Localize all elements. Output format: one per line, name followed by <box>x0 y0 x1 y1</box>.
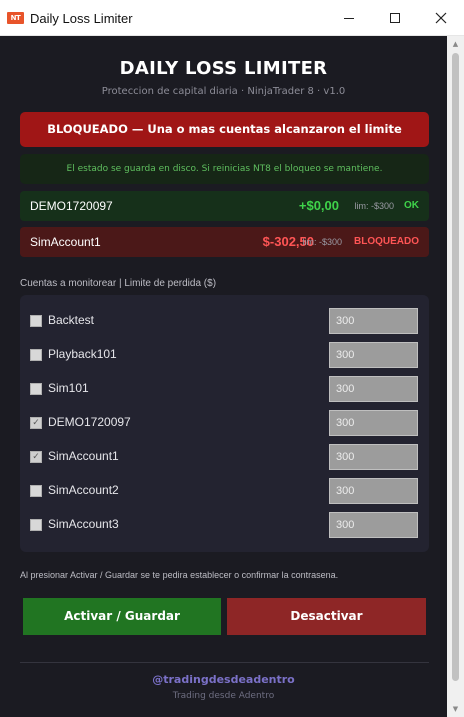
monitor-checkbox[interactable] <box>30 485 42 497</box>
monitor-account-label: SimAccount2 <box>48 483 119 497</box>
minimize-icon <box>344 17 354 19</box>
footer-tagline: Trading desde Adentro <box>172 691 275 701</box>
scroll-up-icon[interactable]: ▲ <box>447 38 464 50</box>
account-status-row: DEMO1720097 +$0,00 lim: -$300 OK <box>20 191 429 221</box>
account-status-badge: BLOQUEADO <box>354 236 419 247</box>
account-limit: lim: -$300 <box>354 201 394 211</box>
blocked-alert-banner: BLOQUEADO — Una o mas cuentas alcanzaron… <box>20 112 429 147</box>
monitor-account-label: DEMO1720097 <box>48 415 131 429</box>
monitor-checkbox[interactable] <box>30 383 42 395</box>
main-panel: DAILY LOSS LIMITER Proteccion de capital… <box>0 36 447 717</box>
monitor-section-label: Cuentas a monitorear | Limite de perdida… <box>20 278 217 289</box>
monitor-checkbox[interactable]: ✓ <box>30 417 42 429</box>
monitor-row-simaccount3: SimAccount3 <box>20 508 429 542</box>
password-hint: Al presionar Activar / Guardar se te ped… <box>20 570 339 580</box>
monitor-account-label: Backtest <box>48 313 95 327</box>
monitor-account-label: Sim101 <box>48 381 89 395</box>
loss-limit-input[interactable] <box>329 342 418 368</box>
social-handle: @tradingdesdeadentro <box>152 673 295 686</box>
vertical-scrollbar[interactable]: ▲ ▼ <box>447 36 464 717</box>
loss-limit-input[interactable] <box>329 512 418 538</box>
monitor-checkbox[interactable]: ✓ <box>30 451 42 463</box>
account-name: DEMO1720097 <box>30 199 113 213</box>
deactivate-button[interactable]: Desactivar <box>227 598 426 635</box>
close-icon <box>435 12 447 24</box>
scroll-down-icon[interactable]: ▼ <box>447 703 464 715</box>
monitor-checkbox[interactable] <box>30 349 42 361</box>
minimize-button[interactable] <box>326 0 372 36</box>
monitor-account-label: SimAccount1 <box>48 449 119 463</box>
activate-save-button[interactable]: Activar / Guardar <box>23 598 221 635</box>
page-subtitle: Proteccion de capital diaria · NinjaTrad… <box>101 86 346 97</box>
loss-limit-input[interactable] <box>329 376 418 402</box>
monitor-account-label: Playback101 <box>48 347 117 361</box>
loss-limit-input[interactable] <box>329 410 418 436</box>
monitor-account-label: SimAccount3 <box>48 517 119 531</box>
persistence-note: El estado se guarda en disco. Si reinici… <box>20 154 429 184</box>
account-status-row: SimAccount1 $-302,50 lim: -$300 BLOQUEAD… <box>20 227 429 257</box>
monitor-row-simaccount1: ✓ SimAccount1 <box>20 440 429 474</box>
account-status-badge: OK <box>404 200 419 211</box>
monitor-row-playback101: Playback101 <box>20 338 429 372</box>
close-button[interactable] <box>418 0 464 36</box>
account-pnl: +$0,00 <box>298 198 339 213</box>
monitor-checkbox[interactable] <box>30 519 42 531</box>
window-title: Daily Loss Limiter <box>30 11 133 26</box>
loss-limit-input[interactable] <box>329 478 418 504</box>
account-limit: lim: -$300 <box>302 237 342 247</box>
monitor-row-sim101: Sim101 <box>20 372 429 406</box>
maximize-button[interactable] <box>372 0 418 36</box>
scrollbar-thumb[interactable] <box>452 53 459 681</box>
loss-limit-input[interactable] <box>329 308 418 334</box>
monitor-accounts-panel: Backtest Playback101 Sim101 ✓ DEMO172009… <box>20 295 429 552</box>
monitor-row-backtest: Backtest <box>20 304 429 338</box>
account-name: SimAccount1 <box>30 235 101 249</box>
monitor-row-demo1720097: ✓ DEMO1720097 <box>20 406 429 440</box>
maximize-icon <box>390 13 400 23</box>
monitor-checkbox[interactable] <box>30 315 42 327</box>
ninjatrader-logo-icon: NT <box>7 12 24 24</box>
page-title: DAILY LOSS LIMITER <box>119 58 328 79</box>
footer-divider <box>20 662 429 663</box>
monitor-row-simaccount2: SimAccount2 <box>20 474 429 508</box>
title-bar: NT Daily Loss Limiter <box>0 0 464 36</box>
loss-limit-input[interactable] <box>329 444 418 470</box>
